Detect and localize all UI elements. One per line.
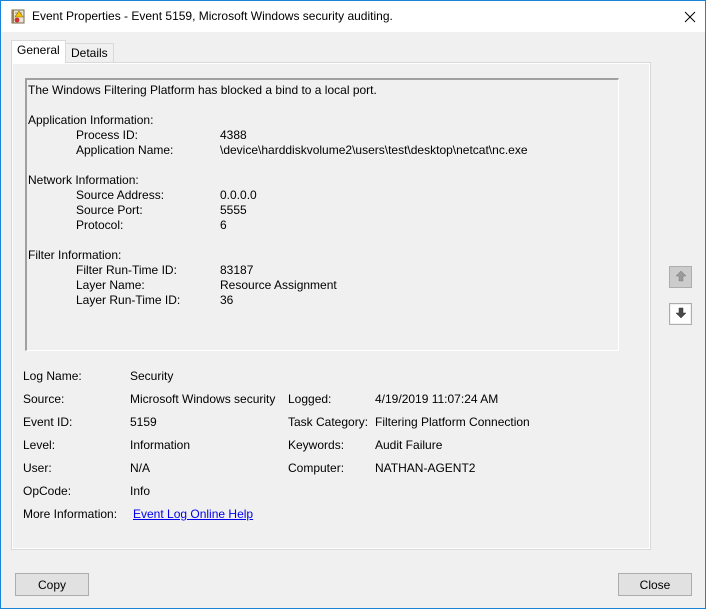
task-category-label: Task Category:: [288, 415, 369, 429]
field-label: Source Port:: [76, 203, 143, 217]
source-value: Microsoft Windows security: [130, 392, 276, 406]
field-label: Protocol:: [76, 218, 124, 232]
keywords-value: Audit Failure: [375, 438, 443, 452]
event-description-box[interactable]: The Windows Filtering Platform has block…: [25, 78, 619, 351]
field-value: 4388: [220, 128, 247, 142]
event-log-online-help-link[interactable]: Event Log Online Help: [133, 507, 253, 521]
field-label: Filter Run-Time ID:: [76, 263, 177, 277]
level-label: Level:: [23, 438, 56, 452]
opcode-value: Info: [130, 484, 151, 498]
logged-value: 4/19/2019 11:07:24 AM: [375, 392, 499, 406]
level-value: Information: [130, 438, 191, 452]
keywords-label: Keywords:: [288, 438, 345, 452]
event-id-label: Event ID:: [23, 415, 73, 429]
copy-button[interactable]: Copy: [15, 573, 89, 596]
field-value: 0.0.0.0: [220, 188, 257, 202]
event-properties-window: Event Properties - Event 5159, Microsoft…: [0, 0, 706, 609]
computer-value: NATHAN-AGENT2: [375, 461, 476, 475]
close-button[interactable]: Close: [618, 573, 692, 596]
field-label: Layer Run-Time ID:: [76, 293, 181, 307]
field-value: 36: [220, 293, 234, 307]
logged-label: Logged:: [288, 392, 332, 406]
field-value: 83187: [220, 263, 254, 277]
computer-label: Computer:: [288, 461, 345, 475]
section-heading: Application Information:: [28, 113, 154, 127]
tab-details[interactable]: Details: [65, 43, 114, 64]
close-icon[interactable]: [673, 2, 706, 31]
more-information-label: More Information:: [23, 507, 118, 521]
description-summary: The Windows Filtering Platform has block…: [28, 83, 377, 97]
event-id-value: 5159: [130, 415, 157, 429]
field-value: \device\harddiskvolume2\users\test\deskt…: [220, 143, 528, 157]
field-label: Source Address:: [76, 188, 165, 202]
section-heading: Filter Information:: [28, 248, 122, 262]
previous-event-button[interactable]: [669, 266, 692, 288]
log-name-label: Log Name:: [23, 369, 82, 383]
field-value: 6: [220, 218, 227, 232]
field-label: Layer Name:: [76, 278, 145, 292]
log-name-value: Security: [130, 369, 174, 383]
arrow-up-icon: [674, 270, 687, 285]
event-viewer-icon: [11, 9, 25, 24]
field-label: Application Name:: [76, 143, 174, 157]
user-value: N/A: [130, 461, 151, 475]
title-bar: Event Properties - Event 5159, Microsoft…: [1, 1, 705, 32]
task-category-value: Filtering Platform Connection: [375, 415, 530, 429]
arrow-down-icon: [674, 307, 687, 322]
user-label: User:: [23, 461, 52, 475]
field-label: Process ID:: [76, 128, 139, 142]
section-heading: Network Information:: [28, 173, 139, 187]
next-event-button[interactable]: [669, 303, 692, 325]
source-label: Source:: [23, 392, 65, 406]
window-title: Event Properties - Event 5159, Microsoft…: [32, 9, 393, 23]
field-value: Resource Assignment: [220, 278, 337, 292]
opcode-label: OpCode:: [23, 484, 72, 498]
field-value: 5555: [220, 203, 247, 217]
tab-general[interactable]: General: [11, 40, 66, 63]
